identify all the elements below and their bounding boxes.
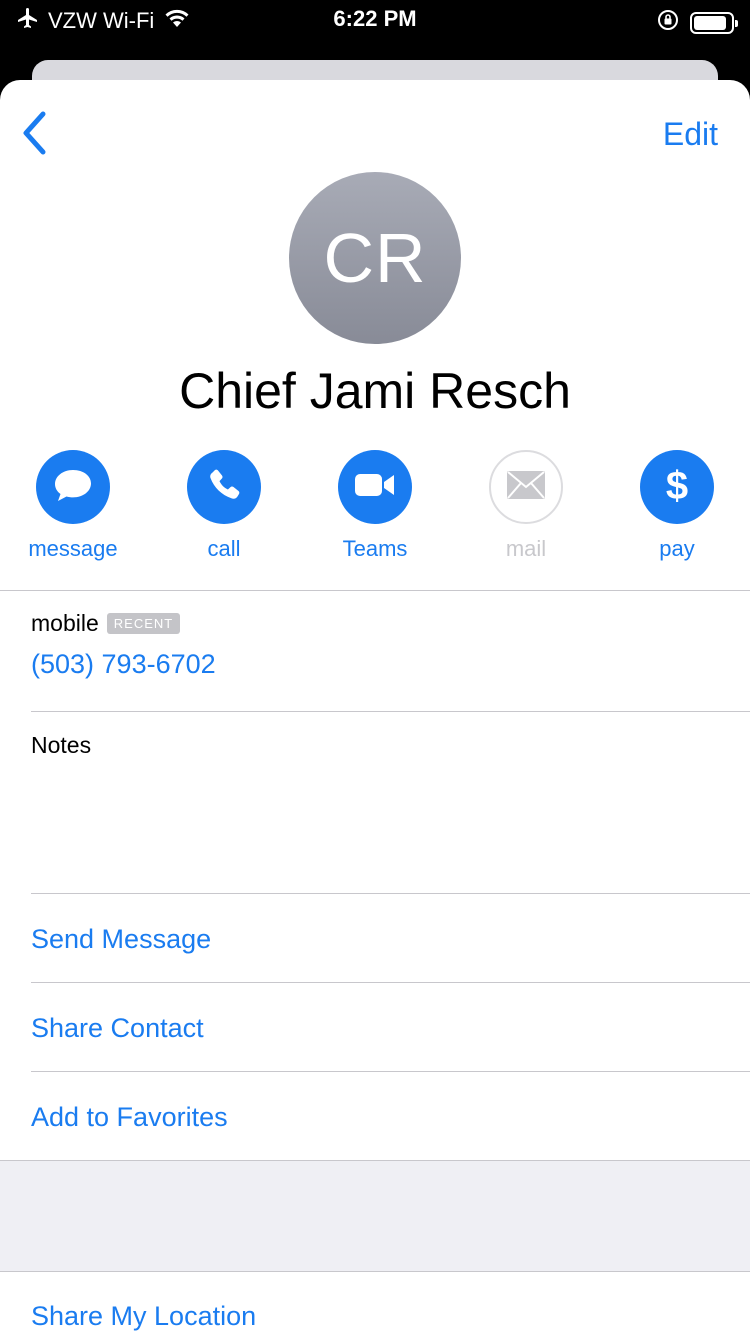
envelope-icon <box>506 470 546 505</box>
share-contact-button[interactable]: Share Contact <box>31 1013 204 1044</box>
chevron-left-icon <box>20 110 48 161</box>
mail-action[interactable]: mail <box>461 450 591 562</box>
pay-action-label: pay <box>659 536 695 561</box>
message-bubble-icon <box>53 467 93 508</box>
divider <box>0 1271 750 1272</box>
svg-text:$: $ <box>666 464 688 507</box>
battery-icon <box>690 11 738 34</box>
divider <box>31 893 750 894</box>
divider <box>0 590 750 591</box>
section-gap <box>0 1161 750 1271</box>
orientation-lock-icon <box>656 8 680 37</box>
call-action-label: call <box>207 536 241 561</box>
call-action-circle[interactable] <box>187 450 261 524</box>
phone-label-row: mobile RECENT <box>31 610 216 637</box>
teams-action[interactable]: Teams <box>310 450 440 562</box>
mail-action-label: mail <box>505 536 547 561</box>
share-my-location-button[interactable]: Share My Location <box>31 1301 256 1332</box>
notes-field[interactable]: Notes <box>31 732 91 759</box>
message-action-circle[interactable] <box>36 450 110 524</box>
call-action[interactable]: call <box>159 450 289 562</box>
status-right <box>656 8 738 37</box>
avatar-initials: CR <box>323 219 427 297</box>
video-camera-icon <box>354 471 396 504</box>
divider <box>31 1071 750 1072</box>
divider <box>31 711 750 712</box>
phone-icon <box>206 467 242 508</box>
teams-action-circle[interactable] <box>338 450 412 524</box>
message-action[interactable]: message <box>8 450 138 562</box>
divider <box>31 982 750 983</box>
phone-section: mobile RECENT (503) 793-6702 <box>31 610 216 680</box>
teams-action-label: Teams <box>342 536 408 561</box>
mail-action-circle[interactable] <box>489 450 563 524</box>
add-to-favorites-button[interactable]: Add to Favorites <box>31 1102 228 1133</box>
message-action-label: message <box>28 536 118 561</box>
recent-badge: RECENT <box>106 613 181 634</box>
avatar: CR <box>289 172 461 344</box>
action-buttons: message call Teams mail $ pay <box>8 450 742 562</box>
contact-card: Edit CR Chief Jami Resch message call Te… <box>0 80 750 1334</box>
phone-number-link[interactable]: (503) 793-6702 <box>31 649 216 680</box>
status-bar: VZW Wi-Fi 6:22 PM <box>0 0 750 40</box>
pay-action-circle[interactable]: $ <box>640 450 714 524</box>
send-message-button[interactable]: Send Message <box>31 924 211 955</box>
contact-name: Chief Jami Resch <box>179 363 571 419</box>
dollar-icon: $ <box>662 463 692 512</box>
back-button[interactable] <box>14 110 54 160</box>
status-time: 6:22 PM <box>333 6 417 31</box>
phone-type-label: mobile <box>31 610 99 636</box>
edit-button[interactable]: Edit <box>663 116 718 153</box>
pay-action[interactable]: $ pay <box>612 450 742 562</box>
